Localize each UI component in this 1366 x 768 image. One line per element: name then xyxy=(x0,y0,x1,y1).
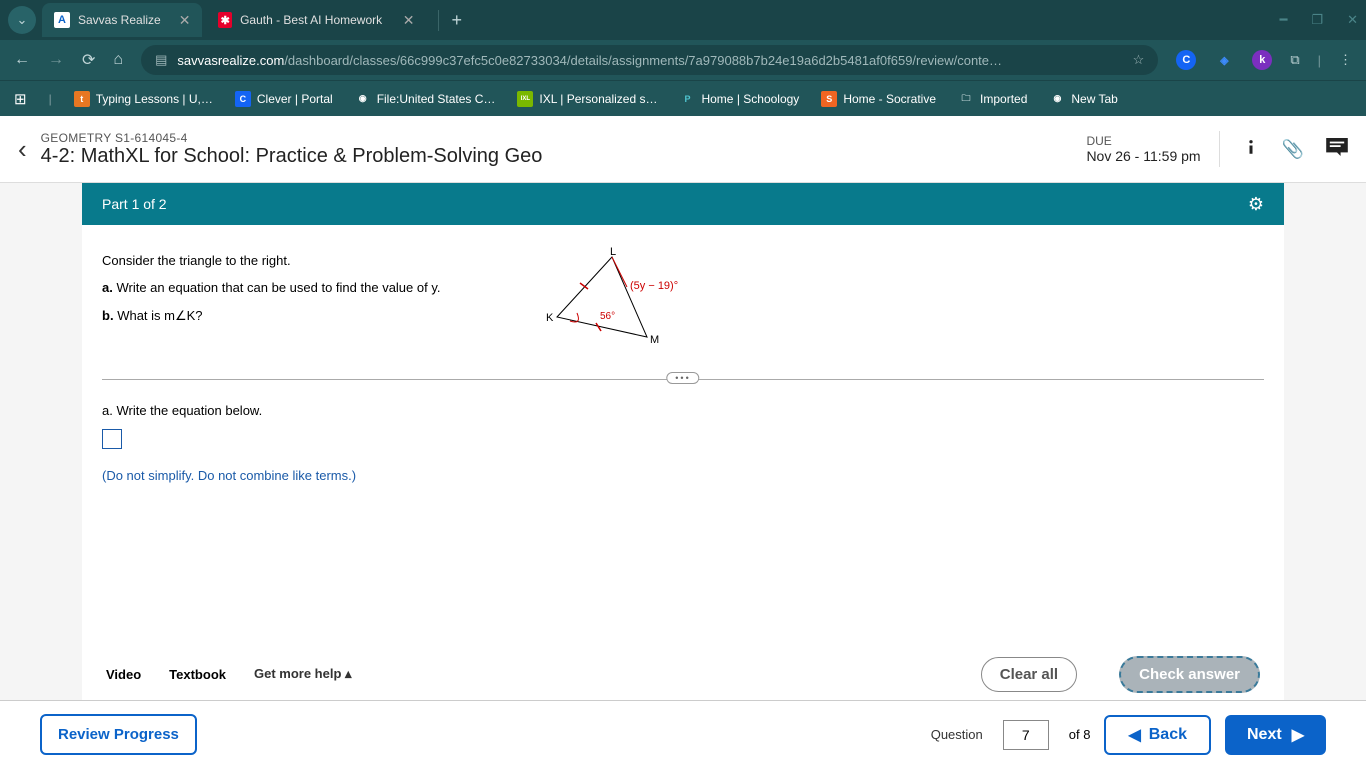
angle-exterior-label: (5y − 19)° xyxy=(630,280,678,292)
back-button[interactable]: ‹ xyxy=(18,134,27,165)
problem-area: Consider the triangle to the right. a. W… xyxy=(82,225,1284,648)
problem-statement: Consider the triangle to the right. a. W… xyxy=(102,247,482,357)
assignment-title: 4-2: MathXL for School: Practice & Probl… xyxy=(41,145,1087,168)
browser-toolbar: ← → ⟳ ⌂ ▤ savvasrealize.com/dashboard/cl… xyxy=(0,40,1366,80)
extension-shield-icon[interactable]: ◈ xyxy=(1214,50,1234,70)
bookmark-star-icon[interactable]: ☆ xyxy=(1133,52,1145,68)
bookmark-favicon-icon: IXL xyxy=(517,91,533,107)
forward-icon[interactable]: → xyxy=(48,51,64,69)
bookmark-favicon-icon: C xyxy=(235,91,251,107)
site-info-icon[interactable]: ▤ xyxy=(155,52,167,68)
part-label: Part 1 of 2 xyxy=(102,196,167,212)
url-domain: savvasrealize.com xyxy=(177,53,284,68)
bookmarks-bar: ⊞ | tTyping Lessons | U,… CClever | Port… xyxy=(0,80,1366,116)
assignment-header: ‹ GEOMETRY S1-614045-4 4-2: MathXL for S… xyxy=(0,116,1366,183)
textbook-help-button[interactable]: Textbook xyxy=(169,667,226,682)
close-icon[interactable]: ✕ xyxy=(403,12,415,29)
bookmark-favicon-icon: ◉ xyxy=(355,91,371,107)
main-content: Part 1 of 2 ⚙ Consider the triangle to t… xyxy=(0,183,1366,700)
browser-tab[interactable]: ✱ Gauth - Best AI Homework Help ✕ xyxy=(206,3,426,37)
equation-input[interactable] xyxy=(102,429,122,449)
new-tab-button[interactable]: + xyxy=(438,10,474,31)
bookmark-favicon-icon: P xyxy=(679,91,695,107)
more-help-dropdown[interactable]: Get more help ▴ xyxy=(254,666,352,682)
back-button[interactable]: ◀Back xyxy=(1104,715,1211,755)
next-button[interactable]: Next▶ xyxy=(1225,715,1326,755)
bookmark-favicon-icon: ◉ xyxy=(1049,91,1065,107)
bookmark-item[interactable]: ◉File:United States C… xyxy=(355,91,496,107)
tab-title: Savvas Realize xyxy=(78,13,161,27)
caret-up-icon: ▴ xyxy=(345,666,352,681)
due-value: Nov 26 - 11:59 pm xyxy=(1086,148,1200,164)
url-path: /dashboard/classes/66c999c37efc5c0e82733… xyxy=(284,53,1002,68)
close-icon[interactable]: ✕ xyxy=(179,12,191,29)
tab-search-dropdown[interactable]: ⌄ xyxy=(8,6,36,34)
part-a-label: a. xyxy=(102,280,113,295)
question-label: Question xyxy=(931,727,983,742)
bookmark-item[interactable]: tTyping Lessons | U,… xyxy=(74,91,213,107)
restore-icon[interactable]: ❐ xyxy=(1311,12,1323,28)
check-answer-button[interactable]: Check answer xyxy=(1119,656,1260,693)
review-progress-button[interactable]: Review Progress xyxy=(40,714,197,755)
part-b-label: b. xyxy=(102,308,114,323)
caret-left-icon: ◀ xyxy=(1128,725,1140,745)
bookmark-item[interactable]: ◉New Tab xyxy=(1049,91,1117,107)
menu-icon[interactable]: ⋮ xyxy=(1339,52,1352,68)
answer-area: a. Write the equation below. (Do not sim… xyxy=(102,398,1264,489)
caret-right-icon: ▶ xyxy=(1292,725,1304,745)
gear-icon[interactable]: ⚙ xyxy=(1248,194,1264,215)
class-breadcrumb: GEOMETRY S1-614045-4 xyxy=(41,131,1087,145)
bookmark-favicon-icon: t xyxy=(74,91,90,107)
address-bar[interactable]: ▤ savvasrealize.com/dashboard/classes/66… xyxy=(141,45,1158,75)
tab-title: Gauth - Best AI Homework Help xyxy=(240,13,385,27)
extension-icon[interactable]: C xyxy=(1176,50,1196,70)
extension-icon[interactable]: k xyxy=(1252,50,1272,70)
divider-handle-icon[interactable]: ••• xyxy=(666,372,699,384)
bookmark-item[interactable]: 🗀Imported xyxy=(958,91,1027,107)
video-help-button[interactable]: Video xyxy=(106,667,141,682)
extensions-icon[interactable]: ⧉ xyxy=(1290,52,1299,68)
apps-grid-icon[interactable]: ⊞ xyxy=(14,90,27,108)
due-label: DUE xyxy=(1086,134,1200,148)
home-icon[interactable]: ⌂ xyxy=(113,51,123,69)
bookmark-item[interactable]: CClever | Portal xyxy=(235,91,333,107)
answer-hint: (Do not simplify. Do not combine like te… xyxy=(102,463,1264,489)
help-toolbar: Video Textbook Get more help ▴ Clear all… xyxy=(82,648,1284,700)
reload-icon[interactable]: ⟳ xyxy=(82,50,95,70)
vertex-m-label: M xyxy=(650,334,659,346)
bookmark-favicon-icon: S xyxy=(821,91,837,107)
bookmark-item[interactable]: IXLIXL | Personalized s… xyxy=(517,91,657,107)
comments-icon[interactable] xyxy=(1326,138,1348,161)
vertex-l-label: L xyxy=(610,247,616,258)
part-indicator-bar: Part 1 of 2 ⚙ xyxy=(82,183,1284,225)
part-a-text: Write an equation that can be used to fi… xyxy=(116,280,440,295)
problem-intro: Consider the triangle to the right. xyxy=(102,247,482,274)
triangle-diagram: L K M (5y − 19)° 56° xyxy=(542,247,722,357)
vertex-k-label: K xyxy=(546,312,554,324)
bookmark-item[interactable]: PHome | Schoology xyxy=(679,91,799,107)
answer-a-label: a. xyxy=(102,403,113,418)
tab-favicon-icon: ✱ xyxy=(218,12,232,28)
minimize-icon[interactable]: ━ xyxy=(1280,12,1288,28)
pagination-footer: Review Progress Question of 8 ◀Back Next… xyxy=(0,700,1366,768)
question-total: of 8 xyxy=(1069,727,1091,742)
angle-interior-label: 56° xyxy=(600,311,615,322)
tab-favicon-icon: A xyxy=(54,12,70,28)
clear-all-button[interactable]: Clear all xyxy=(981,657,1077,692)
info-icon[interactable] xyxy=(1242,138,1260,161)
browser-tab-strip: ⌄ A Savvas Realize ✕ ✱ Gauth - Best AI H… xyxy=(0,0,1366,40)
part-b-text: What is m∠K? xyxy=(117,308,202,323)
attachment-icon[interactable]: 📎 xyxy=(1282,139,1304,160)
question-number-input[interactable] xyxy=(1003,720,1049,750)
browser-tab-active[interactable]: A Savvas Realize ✕ xyxy=(42,3,202,37)
section-divider: ••• xyxy=(102,379,1264,380)
close-window-icon[interactable]: ✕ xyxy=(1347,12,1358,28)
back-icon[interactable]: ← xyxy=(14,51,30,69)
bookmark-item[interactable]: SHome - Socrative xyxy=(821,91,936,107)
folder-icon: 🗀 xyxy=(958,91,974,107)
answer-a-prompt: Write the equation below. xyxy=(116,403,262,418)
